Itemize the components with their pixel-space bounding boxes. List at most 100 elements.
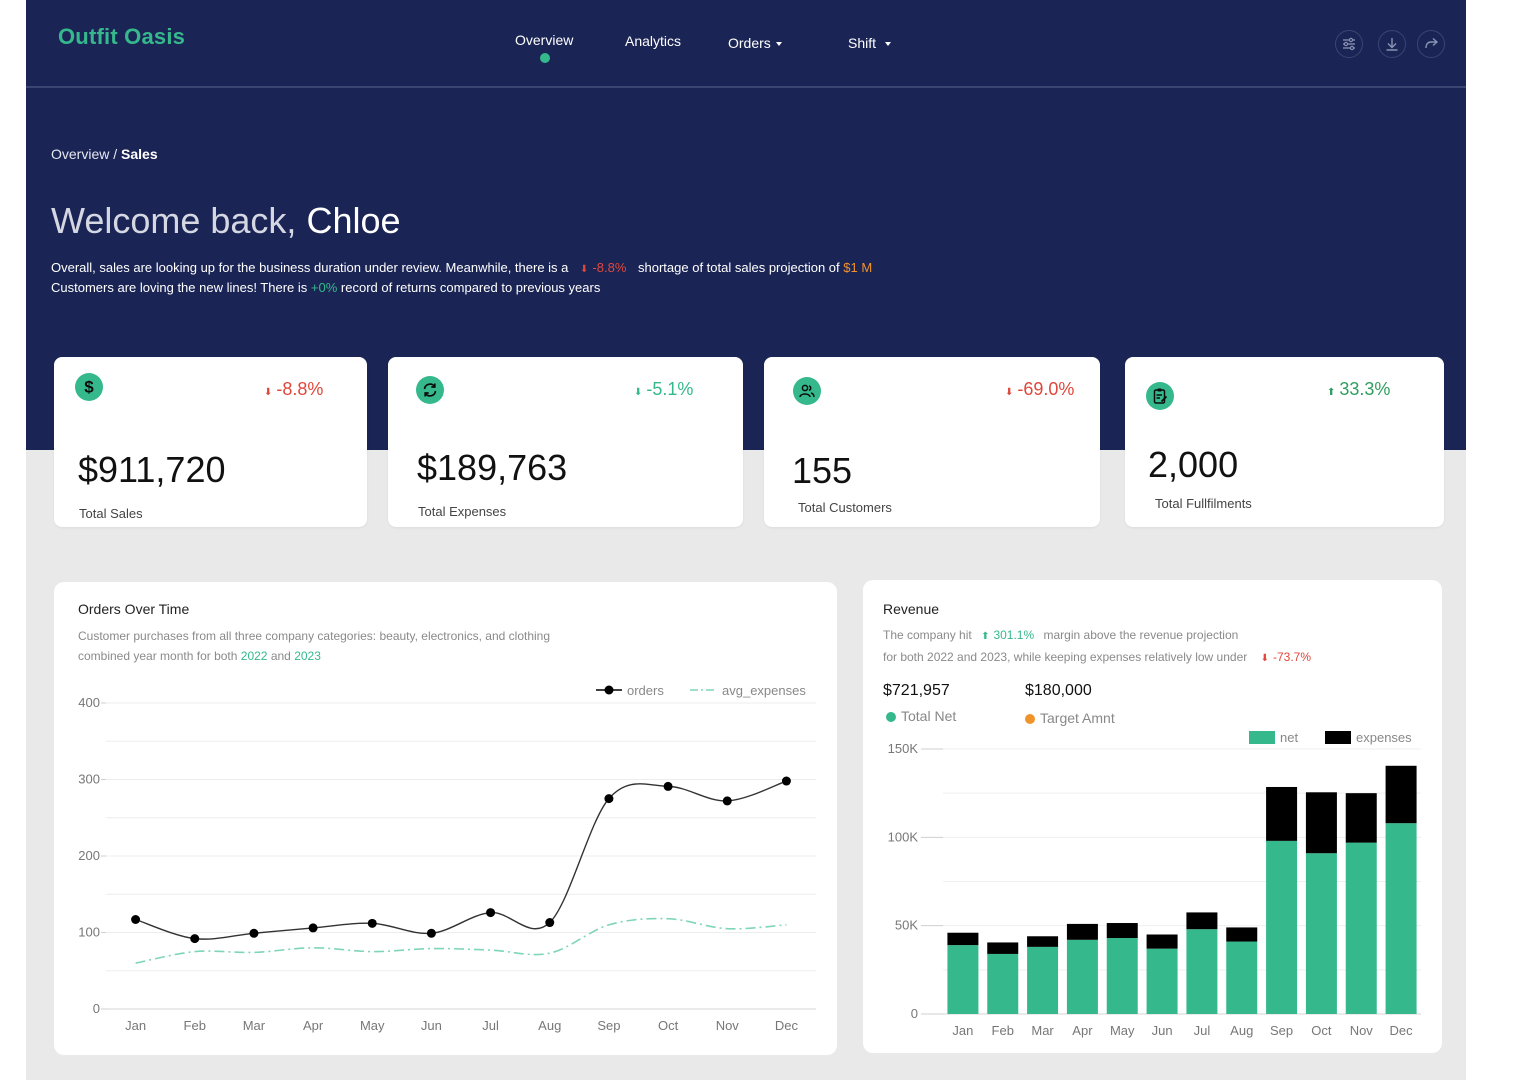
- kpi-card-total-sales[interactable]: $ ⬇ -8.8% $911,720 Total Sales: [54, 357, 367, 527]
- series-line-avg-expenses: [135, 917, 787, 964]
- nav-shift-dropdown[interactable]: Shift: [848, 35, 892, 51]
- nav-orders-label: Orders: [728, 35, 771, 51]
- bar-expenses: [1385, 765, 1417, 824]
- legend-avg-expenses-label: avg_expenses: [722, 683, 806, 698]
- y-tick-label: 100: [78, 925, 100, 940]
- refresh-icon: [416, 376, 444, 404]
- x-tick-label: Sep: [1270, 1023, 1293, 1038]
- app: Outfit Oasis Overview Analytics Orders S…: [26, 0, 1466, 1080]
- bar-net: [1226, 941, 1258, 1014]
- brand-logo[interactable]: Outfit Oasis: [58, 24, 185, 50]
- legend-net-label: net: [1280, 730, 1298, 745]
- y-tick-label: 200: [78, 848, 100, 863]
- bar-net: [1305, 853, 1337, 1014]
- x-tick-label: Jul: [1194, 1023, 1211, 1038]
- nav-orders-dropdown[interactable]: Orders: [728, 35, 782, 51]
- breadcrumb-parent[interactable]: Overview /: [51, 146, 117, 162]
- users-icon: [793, 377, 821, 405]
- x-tick-label: Sep: [597, 1018, 620, 1033]
- summary-text: Customers are loving the new lines! Ther…: [51, 280, 308, 295]
- summary-amount: $1 M: [843, 260, 873, 275]
- x-tick-label: Oct: [1311, 1023, 1332, 1038]
- bar-expenses: [1027, 936, 1059, 947]
- x-tick-label: Jan: [952, 1023, 973, 1038]
- x-tick-label: Dec: [1390, 1023, 1414, 1038]
- nav-overview[interactable]: Overview: [515, 32, 573, 48]
- orders-point: [308, 923, 318, 933]
- revenue-card: Revenue The company hit ⬆ 301.1% margin a…: [863, 580, 1442, 1053]
- dollar-icon: $: [75, 373, 103, 401]
- bar-net: [1345, 842, 1377, 1014]
- bar-expenses: [1305, 792, 1337, 854]
- y-tick-label: 100K: [888, 829, 919, 844]
- orders-point: [190, 934, 200, 944]
- kpi-label: Total Fullfilments: [1155, 496, 1252, 511]
- x-tick-label: Jun: [421, 1018, 442, 1033]
- x-tick-label: Aug: [1230, 1023, 1253, 1038]
- x-tick-label: Jan: [125, 1018, 146, 1033]
- kpi-value: 155: [792, 450, 853, 491]
- y-tick-label: 150K: [888, 741, 919, 756]
- active-nav-indicator: [540, 53, 550, 63]
- bar-expenses: [1266, 786, 1298, 841]
- x-tick-label: Aug: [538, 1018, 561, 1033]
- welcome-greeting: Welcome back,: [51, 200, 297, 241]
- x-tick-label: Jun: [1152, 1023, 1173, 1038]
- top-navbar: Outfit Oasis Overview Analytics Orders S…: [26, 0, 1466, 88]
- bar-net: [987, 953, 1019, 1014]
- bar-net: [1186, 929, 1218, 1014]
- bar-net: [1266, 840, 1298, 1014]
- x-tick-label: Nov: [1350, 1023, 1374, 1038]
- bar-net: [947, 945, 979, 1014]
- kpi-label: Total Expenses: [418, 504, 507, 519]
- summary-text: Overall, sales are looking up for the bu…: [51, 260, 569, 275]
- kpi-card-total-customers[interactable]: ⬇ -69.0% 155 Total Customers: [764, 357, 1100, 527]
- chevron-down-icon: [775, 42, 782, 47]
- kpi-change: ⬇ -69.0%: [1005, 379, 1074, 400]
- bar-net: [1066, 939, 1098, 1014]
- arrow-down-icon: ⬇: [1005, 387, 1014, 398]
- download-button[interactable]: [1378, 30, 1406, 58]
- x-tick-label: Apr: [1072, 1023, 1093, 1038]
- kpi-change-value: 33.3%: [1339, 379, 1391, 399]
- sliders-icon: [1343, 37, 1355, 51]
- kpi-change-value: -5.1%: [646, 379, 694, 399]
- breadcrumb-current: Sales: [121, 146, 158, 162]
- summary-text: record of returns compared to previous y…: [340, 280, 601, 295]
- orders-point: [426, 928, 436, 938]
- kpi-value: $911,720: [78, 449, 226, 490]
- y-tick-label: 50K: [895, 918, 918, 933]
- bar-expenses: [1345, 793, 1377, 843]
- bar-expenses: [1146, 934, 1178, 949]
- bar-expenses: [1226, 927, 1258, 942]
- bar-expenses: [987, 942, 1019, 954]
- x-tick-label: Oct: [658, 1018, 679, 1033]
- kpi-label: Total Customers: [798, 500, 892, 515]
- breadcrumb: Overview / Sales: [51, 146, 158, 162]
- y-tick-label: 0: [93, 1001, 100, 1016]
- orders-point: [604, 794, 614, 804]
- legend-orders-label: orders: [627, 683, 664, 698]
- x-tick-label: Dec: [775, 1018, 799, 1033]
- share-button[interactable]: [1417, 30, 1445, 58]
- summary-line-1: Overall, sales are looking up for the bu…: [51, 260, 872, 275]
- orders-point: [663, 781, 673, 791]
- kpi-value: 2,000: [1148, 444, 1239, 485]
- summary-text: shortage of total sales projection of: [638, 260, 840, 275]
- bar-expenses: [1106, 923, 1138, 939]
- summary-returns-change: +0%: [310, 280, 338, 295]
- kpi-change-value: -8.8%: [276, 379, 324, 399]
- arrow-down-icon: ⬇: [634, 387, 643, 398]
- chevron-down-icon: [885, 42, 892, 47]
- bar-net: [1106, 938, 1138, 1014]
- series-line-orders: [135, 780, 787, 940]
- x-tick-label: Feb: [992, 1023, 1014, 1038]
- orders-over-time-card: Orders Over Time Customer purchases from…: [54, 582, 837, 1055]
- welcome-user-name: Chloe: [306, 200, 401, 241]
- arrow-up-icon: ⬆: [1327, 387, 1336, 398]
- bar-expenses: [1066, 923, 1098, 940]
- filter-button[interactable]: [1335, 30, 1363, 58]
- kpi-card-total-expenses[interactable]: ⬇ -5.1% $189,763 Total Expenses: [388, 357, 743, 527]
- nav-analytics[interactable]: Analytics: [625, 33, 681, 49]
- kpi-card-total-fulfilments[interactable]: ⬆ 33.3% 2,000 Total Fullfilments: [1125, 357, 1444, 527]
